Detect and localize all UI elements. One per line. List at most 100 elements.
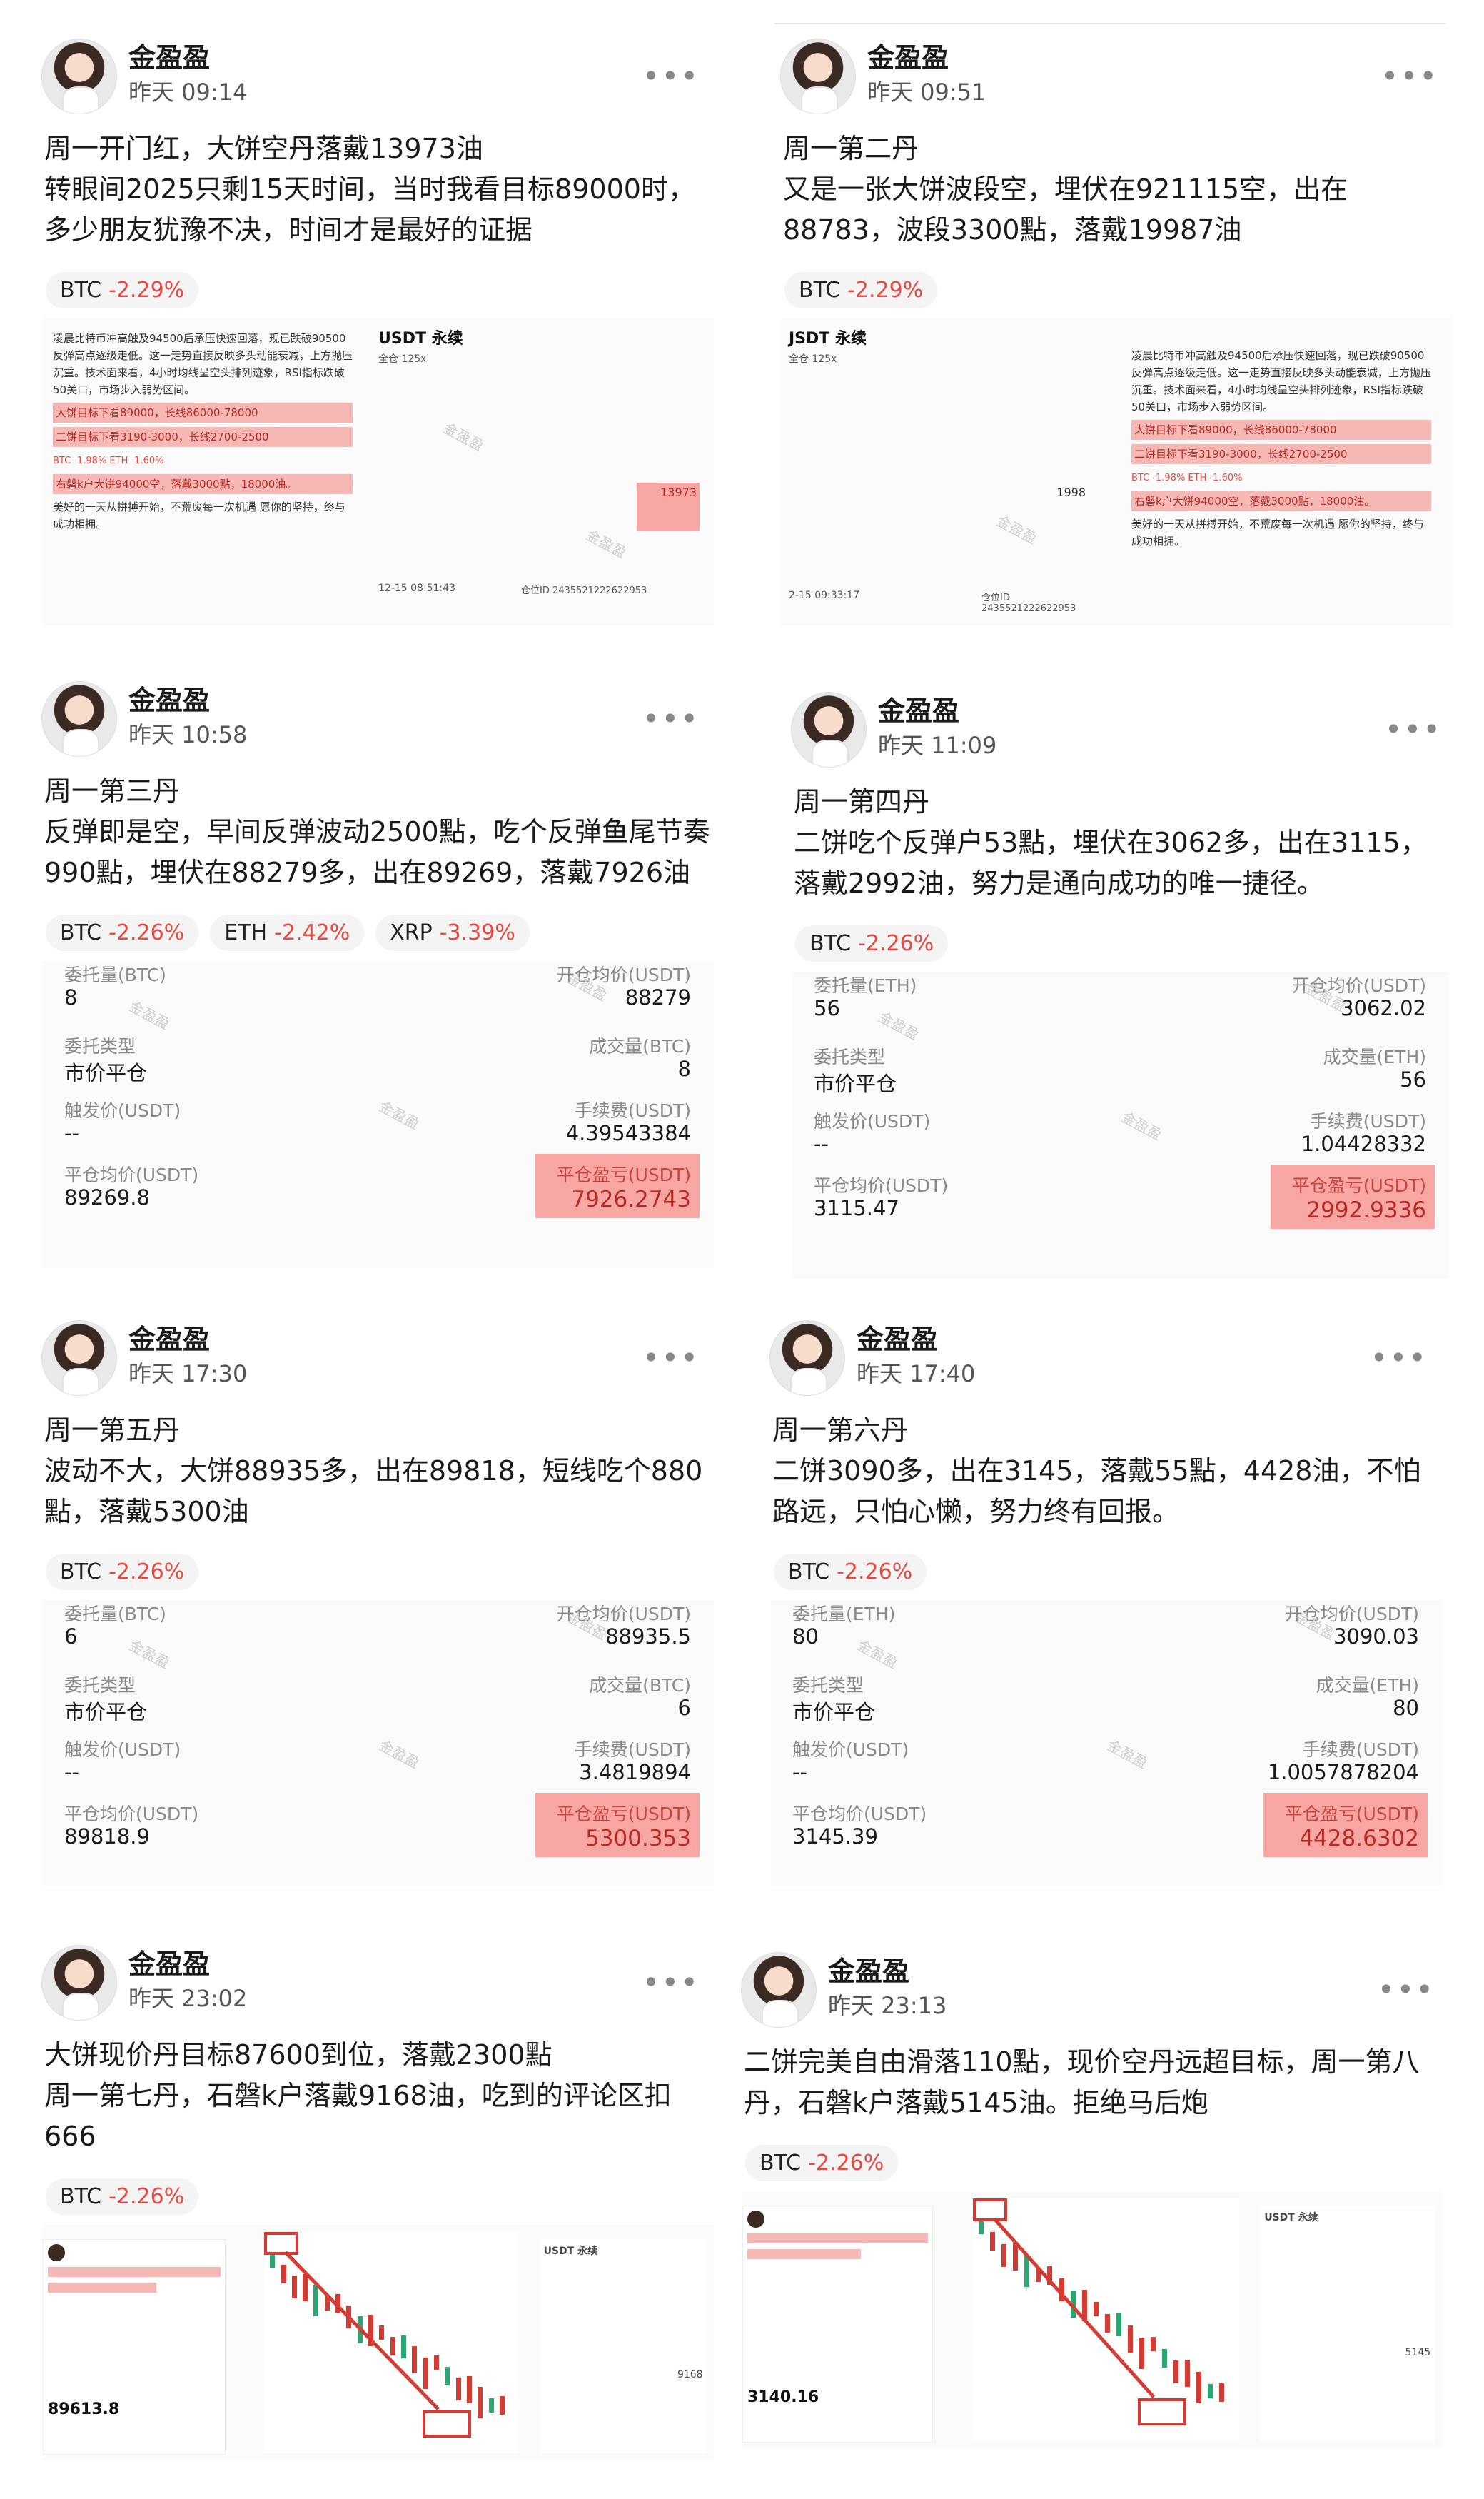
order-field-value: 8 (677, 1057, 691, 1081)
order-field-label: 平仓均价(USDT) (792, 1804, 927, 1824)
ticker-tag[interactable]: BTC -2.26% (46, 915, 199, 951)
order-detail-image[interactable]: 委托量(BTC) 8 开仓均价(USDT) 88279 委托类型 市价平仓 成交量(BTC)… (43, 961, 714, 1268)
position-title: USDT 永续 (378, 330, 463, 348)
ticker-tag[interactable]: BTC -2.29% (784, 272, 938, 308)
order-field-value: 56 (1400, 1067, 1426, 1092)
post-card[interactable]: 金盈盈 昨天 09:14 ••• 周一开门红，大饼空丹落戴13973油 转眼间2… (36, 29, 721, 657)
candle-chart (973, 2198, 1239, 2441)
post-text: 周一第四丹 二饼吃个反弹户53點，埋伏在3062多，出在3115，落戴2992油… (794, 782, 1450, 904)
highlight-target: 大饼目标下看89000，长线86000-78000 (53, 403, 353, 423)
order-field-value: 1.0057878204 (1267, 1760, 1419, 1784)
order-field-value: 89269.8 (64, 1185, 150, 1210)
more-options-icon[interactable]: ••• (1381, 59, 1438, 94)
username[interactable]: 金盈盈 (878, 689, 959, 728)
avatar[interactable] (41, 39, 117, 114)
target-marker (422, 2410, 471, 2438)
chart-collage-image[interactable]: 89613.8 USDT 永续 9168 (43, 2225, 714, 2460)
post-header: 金盈盈 昨天 09:51 ••• (774, 29, 1460, 121)
ticker-tag[interactable]: XRP -3.39% (375, 915, 530, 951)
order-field-label: 触发价(USDT) (814, 1111, 931, 1132)
username[interactable]: 金盈盈 (857, 1317, 938, 1357)
ticker-tag[interactable]: ETH -2.42% (210, 915, 365, 951)
username[interactable]: 金盈盈 (128, 1942, 210, 1981)
username[interactable]: 金盈盈 (867, 36, 949, 75)
post-card[interactable]: 金盈盈 昨天 09:51 ••• 周一第二丹 又是一张大饼波段空，埋伏在9211… (774, 29, 1460, 657)
order-field-value: 4.39543384 (565, 1121, 691, 1145)
target-marker (264, 2232, 299, 2255)
username[interactable]: 金盈盈 (128, 678, 210, 718)
ticker-tag[interactable]: BTC -2.26% (795, 925, 949, 962)
post-card[interactable]: 金盈盈 昨天 17:30 ••• 周一第五丹 波动不大，大饼88935多，出在8… (36, 1310, 721, 1917)
more-options-icon[interactable]: ••• (642, 1965, 700, 2000)
post-line: 周一第七丹，石磐k户落戴9168油，吃到的评论区扣666 (44, 2080, 672, 2152)
post-image[interactable]: JSDT 永续 全仓 125x 1998 2-15 09:33:17 仓位ID … (782, 318, 1453, 625)
ticker-tag[interactable]: BTC -2.29% (46, 272, 199, 308)
username[interactable]: 金盈盈 (128, 1317, 210, 1357)
ticker-symbol: BTC (809, 931, 852, 956)
post-card[interactable]: 金盈盈 昨天 23:13 ••• 二饼完美自由滑落110點，现价空丹远超目标，周… (735, 1942, 1456, 2499)
highlight-line (48, 2267, 221, 2277)
avatar[interactable] (41, 1320, 117, 1396)
order-detail-image[interactable]: 委托量(ETH) 80 开仓均价(USDT) 3090.03 委托类型 市价平仓 成交量(E… (771, 1600, 1442, 1886)
ticker-change: -2.42% (274, 920, 350, 945)
candle (488, 2398, 494, 2413)
post-card[interactable]: 金盈盈 昨天 11:09 ••• 周一第四丹 二饼吃个反弹户53點，埋伏在306… (785, 682, 1463, 1310)
username[interactable]: 金盈盈 (828, 1949, 909, 1988)
avatar[interactable] (791, 692, 867, 768)
candle (1104, 2314, 1110, 2333)
mini-ticker: BTC -1.98% ETH -1.60% (53, 456, 164, 466)
more-options-icon[interactable]: ••• (1385, 712, 1442, 747)
candle (1218, 2383, 1224, 2403)
mini-price: 3140.16 (747, 2388, 819, 2406)
post-line: 周一第三丹 (44, 775, 181, 807)
avatar[interactable] (41, 1945, 117, 2021)
post-text: 周一第二丹 又是一张大饼波段空，埋伏在921115空，出在88783，波段330… (783, 129, 1454, 251)
ticker-tag[interactable]: BTC -2.26% (745, 2145, 899, 2181)
candle (1161, 2348, 1167, 2368)
avatar[interactable] (780, 39, 856, 114)
ticker-symbol: BTC (60, 278, 102, 303)
more-options-icon[interactable]: ••• (1378, 1972, 1435, 2007)
position-title: JSDT 永续 (789, 330, 867, 348)
avatar[interactable] (41, 681, 117, 757)
analysis-body: 凌晨比特币冲高触及94500后承压快速回落，现已跌破90500反弹高点逐级走低。… (1131, 349, 1432, 413)
ticker-tag[interactable]: BTC -2.26% (774, 1554, 927, 1590)
ticker-tag[interactable]: BTC -2.26% (46, 2178, 199, 2215)
post-card[interactable]: 金盈盈 昨天 10:58 ••• 周一第三丹 反弹即是空，早间反弹波动2500點… (36, 671, 721, 1299)
ticker-tag[interactable]: BTC -2.26% (46, 1554, 199, 1590)
candle (478, 2387, 483, 2419)
username[interactable]: 金盈盈 (128, 36, 210, 75)
position-value: 5145 (1405, 2347, 1431, 2358)
avatar[interactable] (769, 1320, 845, 1396)
more-options-icon[interactable]: ••• (642, 701, 700, 736)
candle (500, 2396, 505, 2415)
order-detail-image[interactable]: 委托量(BTC) 6 开仓均价(USDT) 88935.5 委托类型 市价平仓 成交量(BT… (43, 1600, 714, 1886)
order-field-value: 3.4819894 (579, 1760, 691, 1784)
chart-collage-image[interactable]: 3140.16 USDT 永续 5145 (742, 2191, 1442, 2448)
ticker-change: -2.26% (108, 2184, 185, 2209)
more-options-icon[interactable]: ••• (642, 1340, 700, 1375)
position-panel: JSDT 永续 全仓 125x 1998 2-15 09:33:17 仓位ID … (789, 326, 1089, 614)
post-card[interactable]: 金盈盈 昨天 23:02 ••• 大饼现价丹目标87600到位，落戴2300點 … (36, 1935, 721, 2492)
order-detail: 委托量(ETH) 80 开仓均价(USDT) 3090.03 委托类型 市价平仓 成交量(E… (771, 1600, 1442, 1886)
highlight-line (48, 2283, 157, 2293)
order-field-label: 委托类型 (64, 1675, 136, 1696)
post-line: 波动不大，大饼88935多，出在89818，短线吃个880點，落戴5300油 (44, 1455, 703, 1527)
order-detail-image[interactable]: 委托量(ETH) 56 开仓均价(USDT) 3062.02 委托类型 市价平仓 成交量(E… (792, 972, 1449, 1279)
position-panel: USDT 永续 5145 (1260, 2206, 1435, 2441)
post-text: 周一第六丹 二饼3090多，出在3145，落戴55點，4428油，不怕路远，只怕… (772, 1410, 1443, 1532)
order-field-value: -- (814, 1132, 829, 1156)
candle (1184, 2360, 1190, 2388)
more-options-icon[interactable]: ••• (642, 59, 700, 94)
post-image[interactable]: 凌晨比特币冲高触及94500后承压快速回落，现已跌破90500反弹高点逐级走低。… (43, 318, 714, 625)
target-marker (1138, 2398, 1187, 2425)
candle (1207, 2384, 1213, 2399)
avatar[interactable] (741, 1952, 817, 2028)
order-field-value: 3145.39 (792, 1824, 878, 1849)
post-card[interactable]: 金盈盈 昨天 17:40 ••• 周一第六丹 二饼3090多，出在3145，落戴… (764, 1310, 1449, 1917)
order-field-label: 委托量(BTC) (64, 1604, 166, 1624)
post-time: 昨天 17:30 (128, 1360, 248, 1387)
more-options-icon[interactable]: ••• (1371, 1340, 1428, 1375)
ticker-change: -2.26% (108, 920, 185, 945)
ticker-symbol: ETH (224, 920, 268, 945)
